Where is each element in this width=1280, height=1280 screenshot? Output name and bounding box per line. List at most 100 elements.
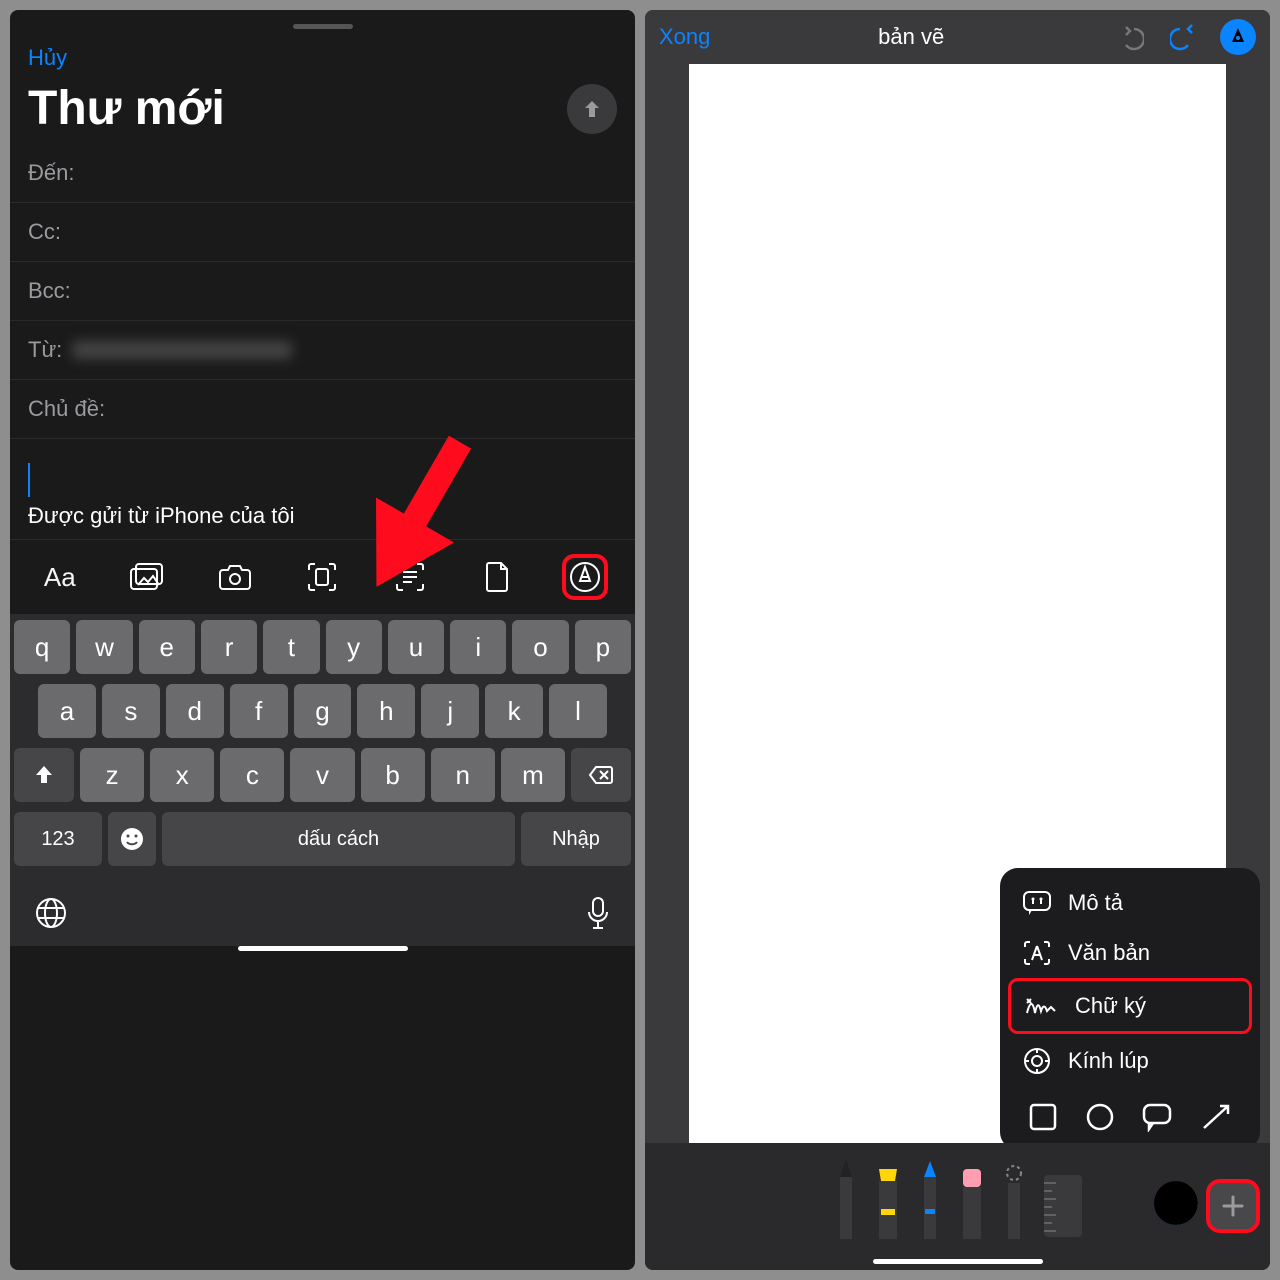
undo-icon bbox=[1116, 23, 1144, 51]
tool-marker[interactable] bbox=[874, 1163, 902, 1239]
key-n[interactable]: n bbox=[431, 748, 495, 802]
menu-magnifier[interactable]: Kính lúp bbox=[1008, 1034, 1252, 1088]
menu-text[interactable]: Văn bản bbox=[1008, 928, 1252, 978]
key-x[interactable]: x bbox=[150, 748, 214, 802]
email-signature-text: Được gửi từ iPhone của tôi bbox=[28, 503, 617, 529]
speech-icon bbox=[1141, 1102, 1173, 1132]
menu-signature[interactable]: Chữ ký bbox=[1008, 978, 1252, 1034]
add-menu-popup: Mô tả Văn bản Chữ ký Kính lúp bbox=[1000, 868, 1260, 1150]
key-r[interactable]: r bbox=[201, 620, 257, 674]
key-l[interactable]: l bbox=[549, 684, 607, 738]
magnifier-icon bbox=[1022, 1046, 1052, 1076]
send-button[interactable] bbox=[567, 84, 617, 134]
menu-describe-label: Mô tả bbox=[1068, 890, 1123, 916]
home-indicator[interactable] bbox=[873, 1259, 1043, 1264]
bcc-field[interactable]: Bcc: bbox=[10, 262, 635, 321]
key-s[interactable]: s bbox=[102, 684, 160, 738]
tool-eraser[interactable] bbox=[958, 1167, 986, 1239]
shape-circle[interactable] bbox=[1085, 1102, 1115, 1132]
arrow-shape-icon bbox=[1200, 1102, 1232, 1132]
camera-button[interactable] bbox=[212, 554, 258, 600]
subject-field[interactable]: Chủ đề: bbox=[10, 380, 635, 439]
key-k[interactable]: k bbox=[485, 684, 543, 738]
done-button[interactable]: Xong bbox=[659, 24, 710, 50]
dictation-button[interactable] bbox=[585, 896, 611, 932]
color-picker[interactable] bbox=[1154, 1181, 1198, 1225]
key-c[interactable]: c bbox=[220, 748, 284, 802]
key-p[interactable]: p bbox=[575, 620, 631, 674]
shape-speech[interactable] bbox=[1141, 1102, 1173, 1132]
key-delete[interactable] bbox=[571, 748, 631, 802]
key-space[interactable]: dấu cách bbox=[162, 812, 515, 866]
key-o[interactable]: o bbox=[512, 620, 568, 674]
key-v[interactable]: v bbox=[290, 748, 354, 802]
key-g[interactable]: g bbox=[294, 684, 352, 738]
document-icon bbox=[485, 561, 511, 593]
photo-library-button[interactable] bbox=[124, 554, 170, 600]
menu-text-label: Văn bản bbox=[1068, 940, 1150, 966]
key-e[interactable]: e bbox=[139, 620, 195, 674]
tool-pencil[interactable] bbox=[916, 1161, 944, 1239]
square-icon bbox=[1028, 1102, 1058, 1132]
key-numbers[interactable]: 123 bbox=[14, 812, 102, 866]
tool-pen[interactable] bbox=[832, 1159, 860, 1239]
key-shift[interactable] bbox=[14, 748, 74, 802]
redo-icon bbox=[1170, 23, 1198, 51]
shape-arrow[interactable] bbox=[1200, 1102, 1232, 1132]
key-y[interactable]: y bbox=[326, 620, 382, 674]
shape-row bbox=[1008, 1088, 1252, 1140]
menu-describe[interactable]: Mô tả bbox=[1008, 878, 1252, 928]
circle-icon bbox=[1085, 1102, 1115, 1132]
signature-icon bbox=[1025, 995, 1059, 1017]
mic-icon bbox=[585, 896, 611, 932]
keyboard[interactable]: q w e r t y u i o p a s d f g h j k l z bbox=[10, 614, 635, 888]
tool-lasso[interactable] bbox=[1000, 1165, 1028, 1239]
plus-icon bbox=[1220, 1193, 1246, 1219]
key-a[interactable]: a bbox=[38, 684, 96, 738]
shift-icon bbox=[33, 764, 55, 786]
redo-button[interactable] bbox=[1166, 19, 1202, 55]
key-i[interactable]: i bbox=[450, 620, 506, 674]
cancel-button[interactable]: Hủy bbox=[28, 45, 67, 70]
globe-button[interactable] bbox=[34, 896, 68, 932]
attach-file-button[interactable] bbox=[475, 554, 521, 600]
sheet-grabber[interactable] bbox=[293, 24, 353, 29]
key-h[interactable]: h bbox=[357, 684, 415, 738]
key-q[interactable]: q bbox=[14, 620, 70, 674]
markup-button[interactable] bbox=[562, 554, 608, 600]
delete-icon bbox=[588, 765, 614, 785]
text-box-icon bbox=[1022, 940, 1052, 966]
text-cursor bbox=[28, 463, 30, 497]
compose-title: Thư mới bbox=[28, 81, 225, 136]
format-button[interactable]: Aa bbox=[37, 554, 83, 600]
tool-tray bbox=[645, 1143, 1270, 1253]
speech-bubble-icon bbox=[1022, 890, 1052, 916]
key-z[interactable]: z bbox=[80, 748, 144, 802]
key-t[interactable]: t bbox=[263, 620, 319, 674]
cc-field[interactable]: Cc: bbox=[10, 203, 635, 262]
key-d[interactable]: d bbox=[166, 684, 224, 738]
markup-header: Xong bản vẽ bbox=[645, 10, 1270, 64]
from-address-blurred bbox=[72, 341, 292, 359]
key-emoji[interactable] bbox=[108, 812, 156, 866]
emoji-icon bbox=[119, 826, 145, 852]
menu-magnifier-label: Kính lúp bbox=[1068, 1048, 1149, 1074]
key-b[interactable]: b bbox=[361, 748, 425, 802]
shape-square[interactable] bbox=[1028, 1102, 1058, 1132]
to-field[interactable]: Đến: bbox=[10, 144, 635, 203]
key-u[interactable]: u bbox=[388, 620, 444, 674]
undo-button[interactable] bbox=[1112, 19, 1148, 55]
key-m[interactable]: m bbox=[501, 748, 565, 802]
email-body[interactable]: Được gửi từ iPhone của tôi bbox=[10, 439, 635, 539]
key-w[interactable]: w bbox=[76, 620, 132, 674]
add-button[interactable] bbox=[1206, 1179, 1260, 1233]
home-indicator[interactable] bbox=[238, 946, 408, 951]
compose-email-screen: Hủy Thư mới Đến: Cc: Bcc: Từ: Chủ đề: Đư… bbox=[10, 10, 635, 1270]
key-j[interactable]: j bbox=[421, 684, 479, 738]
globe-icon bbox=[34, 896, 68, 930]
key-enter[interactable]: Nhập bbox=[521, 812, 631, 866]
key-f[interactable]: f bbox=[230, 684, 288, 738]
from-field[interactable]: Từ: bbox=[10, 321, 635, 380]
markup-toggle-button[interactable] bbox=[1220, 19, 1256, 55]
tool-ruler[interactable] bbox=[1042, 1169, 1084, 1239]
